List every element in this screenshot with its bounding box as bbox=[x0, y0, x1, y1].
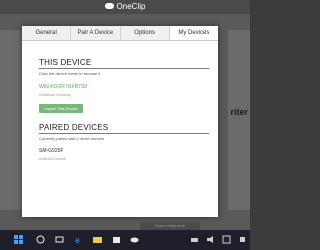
device-type-label: Windows Desktop bbox=[39, 92, 72, 97]
tab-bar: General Pair A Device Options My Devices bbox=[22, 26, 218, 41]
section-divider bbox=[39, 68, 209, 69]
app-titlebar: OneClip bbox=[0, 0, 250, 14]
tray-action-center-icon[interactable] bbox=[238, 235, 247, 244]
taskbar-notification: Seen tooltip here bbox=[140, 222, 200, 230]
search-icon[interactable] bbox=[36, 235, 45, 244]
settings-dialog: General Pair A Device Options My Devices… bbox=[22, 26, 218, 217]
paired-device-type: Android Device bbox=[39, 156, 67, 161]
device-name-link[interactable]: WIN-KDOR7I1FB7S8 bbox=[39, 84, 209, 90]
paired-devices-section: PAIRED DEVICES Currently paired with 1 o… bbox=[39, 123, 209, 161]
this-device-subtitle: Click the device name to rename it bbox=[39, 71, 101, 76]
background-text: riter bbox=[230, 107, 248, 117]
paired-devices-heading: PAIRED DEVICES bbox=[39, 123, 109, 132]
app-title: OneClip bbox=[116, 2, 146, 11]
background-panel-right bbox=[228, 30, 250, 210]
tray-volume-icon[interactable] bbox=[206, 235, 215, 244]
this-device-section: THIS DEVICE Click the device name to ren… bbox=[39, 58, 209, 115]
tab-options[interactable]: Options bbox=[121, 26, 170, 40]
this-device-heading: THIS DEVICE bbox=[39, 58, 92, 67]
section-divider bbox=[39, 133, 209, 134]
windows-start-icon[interactable] bbox=[14, 235, 23, 244]
paired-devices-subtitle: Currently paired with 1 other devices bbox=[39, 136, 104, 141]
file-explorer-icon[interactable] bbox=[93, 235, 102, 244]
edge-browser-icon[interactable]: e bbox=[73, 235, 82, 244]
paired-device-name[interactable]: SM-G925F bbox=[39, 148, 209, 154]
tab-my-devices[interactable]: My Devices bbox=[169, 26, 218, 40]
cloud-icon bbox=[104, 2, 114, 9]
tab-pair-a-device[interactable]: Pair A Device bbox=[71, 26, 121, 40]
svg-text:e: e bbox=[75, 236, 80, 244]
task-view-icon[interactable] bbox=[55, 235, 64, 244]
tray-notification-icon[interactable] bbox=[222, 235, 231, 244]
store-icon[interactable] bbox=[112, 235, 121, 244]
tray-network-icon[interactable] bbox=[190, 235, 199, 244]
unpair-device-button[interactable]: Unpair This Device bbox=[39, 104, 83, 113]
oneclip-taskbar-icon[interactable] bbox=[130, 235, 139, 244]
tab-general[interactable]: General bbox=[22, 26, 72, 40]
